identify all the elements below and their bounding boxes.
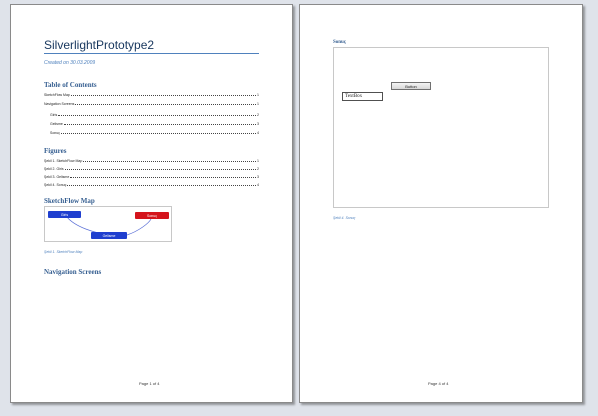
created-date: Created on 30.03.2009 <box>44 60 96 66</box>
map-node-sonuc[interactable]: Sonuç <box>135 212 169 219</box>
document-title: SilverlightPrototype2 <box>44 38 259 54</box>
map-node-gelisme[interactable]: Gelisme <box>91 232 127 239</box>
figure-entry-label: Şekil 1. SketchFlow Map <box>44 159 83 163</box>
leader-dots <box>60 133 257 134</box>
mock-button: Button <box>391 82 431 90</box>
leader-dots <box>58 115 257 116</box>
sketchflow-heading: SketchFlow Map <box>44 197 95 205</box>
map-node-giris[interactable]: Giris <box>48 211 81 218</box>
toc-entry-gelisme[interactable]: Gelisme 3 <box>50 120 259 126</box>
navigation-screens-heading: Navigation Screens <box>44 268 102 276</box>
toc-entry-label: Sonuç <box>50 131 60 135</box>
document-page-4: Sonuç Button TextBox Şekil 4. Sonuç Page… <box>299 4 583 403</box>
toc-entry-sketchflow-map[interactable]: SketchFlow Map 1 <box>44 91 259 97</box>
toc-entry-page: 3 <box>257 122 259 126</box>
leader-dots <box>70 177 257 178</box>
figure-entry-page: 1 <box>257 159 259 163</box>
screen-caption: Şekil 4. Sonuç <box>333 216 356 220</box>
page-footer: Page 4 of 4 <box>428 381 449 386</box>
figure-entry-page: 2 <box>257 167 259 171</box>
figure-entry-page: 4 <box>257 183 259 187</box>
document-page-1: SilverlightPrototype2 Created on 30.03.2… <box>10 4 293 403</box>
sketchflow-map: Giris Sonuç Gelisme <box>44 206 172 242</box>
toc-entry-label: Gelisme <box>50 122 63 126</box>
toc-entry-giris[interactable]: Giris 2 <box>50 111 259 117</box>
toc-heading: Table of Contents <box>44 81 97 89</box>
figure-entry-label: Şekil 3. Gelisme <box>44 175 70 179</box>
screen-preview: Button TextBox <box>333 47 549 208</box>
toc-entry-sonuc[interactable]: Sonuç 4 <box>50 129 259 135</box>
leader-dots <box>63 124 257 125</box>
page-footer: Page 1 of 4 <box>139 381 160 386</box>
toc-entry-label: Navigation Screens <box>44 102 75 106</box>
toc-entry-label: SketchFlow Map <box>44 93 70 97</box>
toc-entry-navigation-screens[interactable]: Navigation Screens 1 <box>44 100 259 106</box>
figure-entry-label: Şekil 4. Sonuç <box>44 183 67 187</box>
mock-textbox: TextBox <box>342 92 383 101</box>
leader-dots <box>64 169 257 170</box>
leader-dots <box>75 104 257 105</box>
screen-title: Sonuç <box>333 40 347 45</box>
leader-dots <box>83 161 257 162</box>
toc-entry-page: 1 <box>257 93 259 97</box>
sketchflow-caption: Şekil 1. SketchFlow Map <box>44 250 83 254</box>
figure-entry-page: 3 <box>257 175 259 179</box>
toc-entry-page: 2 <box>257 113 259 117</box>
figure-entry-2[interactable]: Şekil 2. Giris 2 <box>44 165 259 171</box>
connector-gelisme-sonuc <box>126 218 152 236</box>
figure-entry-label: Şekil 2. Giris <box>44 167 64 171</box>
figure-entry-3[interactable]: Şekil 3. Gelisme 3 <box>44 173 259 179</box>
figures-heading: Figures <box>44 147 67 155</box>
toc-entry-page: 4 <box>257 131 259 135</box>
leader-dots <box>70 95 257 96</box>
figure-entry-4[interactable]: Şekil 4. Sonuç 4 <box>44 181 259 187</box>
toc-entry-page: 1 <box>257 102 259 106</box>
toc-entry-label: Giris <box>50 113 58 117</box>
leader-dots <box>67 185 257 186</box>
figure-entry-1[interactable]: Şekil 1. SketchFlow Map 1 <box>44 157 259 163</box>
